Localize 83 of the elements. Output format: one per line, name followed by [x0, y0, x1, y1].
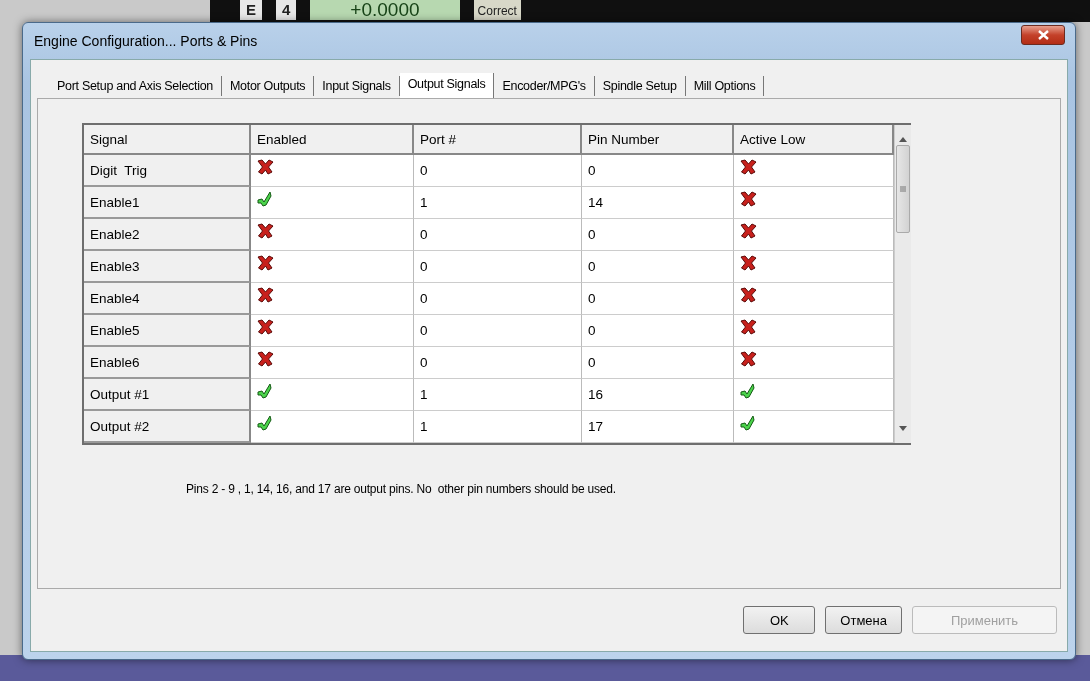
table-cell: 0: [414, 315, 582, 347]
signal-name: Output #1: [84, 379, 251, 411]
signal-name: Digit Trig: [84, 155, 251, 187]
table-cell: 0: [414, 347, 582, 379]
cross-icon: [257, 319, 274, 335]
dialog-button[interactable]: Отмена: [825, 606, 902, 634]
cross-icon: [257, 351, 274, 367]
column-header[interactable]: Port #: [414, 125, 582, 155]
signal-name: Enable1: [84, 187, 251, 219]
column-header[interactable]: Active Low: [734, 125, 894, 155]
cross-icon: [257, 159, 274, 175]
flag-cell[interactable]: [251, 411, 414, 443]
table-cell: 1: [414, 187, 582, 219]
flag-cell[interactable]: [734, 155, 894, 187]
up-arrow-icon: [899, 137, 907, 142]
column-header[interactable]: Signal: [84, 125, 251, 155]
close-icon: [1037, 30, 1049, 40]
table-cell: 0: [582, 315, 734, 347]
check-icon: [257, 415, 273, 431]
close-button[interactable]: [1021, 25, 1065, 45]
column-header[interactable]: Pin Number: [582, 125, 734, 155]
signal-name: Output #2: [84, 411, 251, 443]
cross-icon: [257, 255, 274, 271]
check-icon: [740, 415, 756, 431]
cross-icon: [740, 319, 757, 335]
down-arrow-icon: [899, 426, 907, 431]
cross-icon: [740, 223, 757, 239]
table-cell: 0: [414, 219, 582, 251]
signal-name: Enable4: [84, 283, 251, 315]
check-icon: [257, 191, 273, 207]
flag-cell[interactable]: [734, 411, 894, 443]
table-cell: 0: [582, 155, 734, 187]
cross-icon: [257, 287, 274, 303]
flag-cell[interactable]: [251, 347, 414, 379]
flag-cell[interactable]: [734, 219, 894, 251]
table-cell: 0: [414, 283, 582, 315]
scroll-thumb[interactable]: [896, 145, 910, 233]
flag-cell[interactable]: [251, 379, 414, 411]
table-cell: 17: [582, 411, 734, 443]
cross-icon: [740, 351, 757, 367]
check-icon: [257, 383, 273, 399]
signal-name: Enable5: [84, 315, 251, 347]
signal-name: Enable6: [84, 347, 251, 379]
cross-icon: [257, 223, 274, 239]
tab[interactable]: Output Signals: [399, 73, 495, 98]
window-title: Engine Configuration... Ports & Pins: [34, 33, 258, 49]
table-cell: 16: [582, 379, 734, 411]
flag-cell[interactable]: [734, 187, 894, 219]
flag-cell[interactable]: [251, 283, 414, 315]
readout-text: +0.0000: [310, 0, 460, 20]
flag-cell[interactable]: [734, 283, 894, 315]
key-label: E: [240, 0, 262, 20]
table-cell: 0: [414, 155, 582, 187]
cross-icon: [740, 255, 757, 271]
table-cell: 14: [582, 187, 734, 219]
flag-cell[interactable]: [734, 251, 894, 283]
table-cell: 0: [582, 283, 734, 315]
check-icon: [740, 383, 756, 399]
cross-icon: [740, 159, 757, 175]
flag-cell[interactable]: [251, 315, 414, 347]
signal-name: Enable2: [84, 219, 251, 251]
column-header[interactable]: Enabled: [251, 125, 414, 155]
grip-icon: [900, 186, 906, 192]
pin-note: Pins 2 - 9 , 1, 14, 16, and 17 are output pins. No other pin numbers should be used.: [186, 482, 616, 496]
table-cell: 1: [414, 411, 582, 443]
dialog-button[interactable]: OK: [743, 606, 816, 634]
flag-cell[interactable]: [251, 219, 414, 251]
cross-icon: [740, 191, 757, 207]
table-cell: 0: [414, 251, 582, 283]
key-label: 4: [276, 0, 297, 20]
flag-cell[interactable]: [251, 155, 414, 187]
table-cell: 0: [582, 251, 734, 283]
signal-name: Enable3: [84, 251, 251, 283]
cross-icon: [740, 287, 757, 303]
flag-cell[interactable]: [734, 315, 894, 347]
flag-cell[interactable]: [734, 347, 894, 379]
table-cell: 1: [414, 379, 582, 411]
table-cell: 0: [582, 219, 734, 251]
scrollbar[interactable]: [894, 125, 911, 443]
flag-cell[interactable]: [251, 187, 414, 219]
flag-cell[interactable]: [251, 251, 414, 283]
table-cell: 0: [582, 347, 734, 379]
status-label: Correct: [473, 0, 521, 20]
